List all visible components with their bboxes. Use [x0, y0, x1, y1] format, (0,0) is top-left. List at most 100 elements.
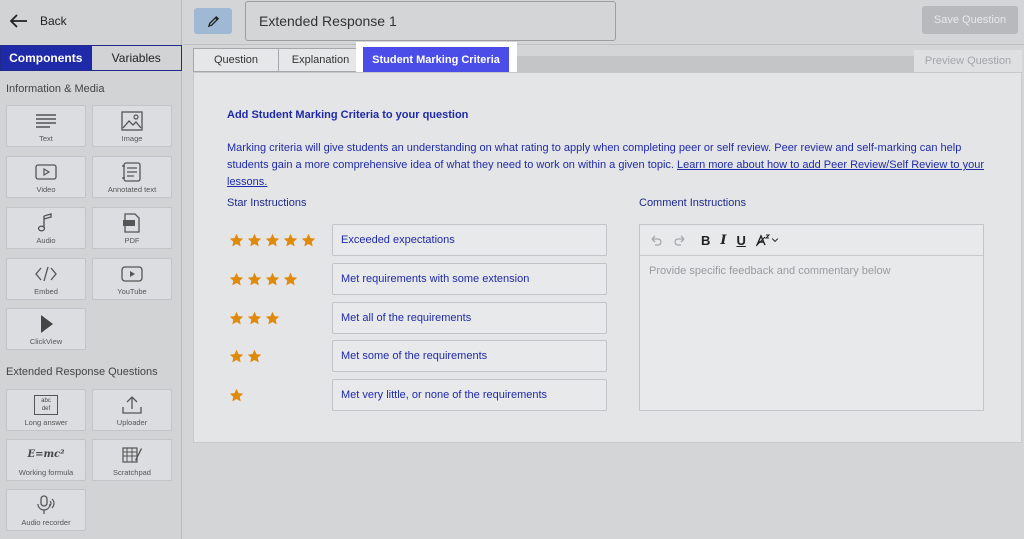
- underline-button[interactable]: U: [736, 233, 745, 248]
- bold-button[interactable]: B: [701, 233, 710, 248]
- component-youtube[interactable]: YouTube: [92, 258, 172, 300]
- star-icon: [301, 233, 316, 247]
- criteria-text-field[interactable]: Met all of the requirements: [332, 301, 607, 334]
- text-format-dropdown[interactable]: [755, 233, 780, 247]
- component-label: Audio recorder: [21, 518, 71, 527]
- code-brackets-icon: [35, 266, 57, 282]
- section-title-information-media: Information & Media: [6, 83, 105, 95]
- image-icon: [121, 111, 143, 131]
- component-clickview[interactable]: ClickView: [6, 308, 86, 350]
- star-rating-1: [229, 388, 244, 403]
- star-rating-5: [229, 233, 316, 248]
- redo-icon: [674, 235, 685, 246]
- component-annotated-text[interactable]: Annotated text: [92, 156, 172, 198]
- criteria-text-field[interactable]: Met requirements with some extension: [332, 262, 607, 295]
- star-icon: [265, 233, 280, 247]
- long-answer-glyph-bottom: def: [41, 406, 51, 412]
- header-divider: [183, 44, 1024, 45]
- annotated-text-icon: [122, 162, 141, 182]
- component-scratchpad[interactable]: Scratchpad: [92, 439, 172, 481]
- sidebar: Back Components Variables Information & …: [0, 0, 182, 539]
- component-video[interactable]: Video: [6, 156, 86, 198]
- star-icon: [247, 233, 262, 247]
- star-icon: [247, 350, 262, 363]
- component-label: Image: [121, 134, 143, 143]
- chevron-down-icon: [771, 238, 779, 243]
- criteria-text-field[interactable]: Met very little, or none of the requirem…: [332, 379, 607, 412]
- comment-text-area[interactable]: Provide specific feedback and commentary…: [640, 256, 983, 286]
- redo-button[interactable]: [673, 233, 687, 247]
- text-lines-icon: [36, 114, 56, 128]
- star-icon: [229, 233, 244, 247]
- component-label: Working formula: [18, 468, 74, 477]
- tab-variables[interactable]: Variables: [90, 46, 181, 70]
- component-label: Audio: [36, 236, 56, 245]
- star-icon: [247, 311, 262, 324]
- component-label: ClickView: [29, 337, 63, 346]
- component-long-answer[interactable]: abc def Long answer: [6, 389, 86, 431]
- component-label: Annotated text: [107, 185, 157, 194]
- component-label: Uploader: [116, 418, 148, 427]
- upload-icon: [122, 396, 142, 414]
- component-label: Text: [39, 134, 53, 143]
- star-icon: [229, 311, 244, 324]
- star-icon: [283, 233, 298, 247]
- question-title-input[interactable]: [245, 1, 616, 41]
- comment-instructions-label: Comment Instructions: [639, 197, 746, 209]
- star-icon: [283, 272, 298, 286]
- video-icon: [35, 164, 57, 180]
- edit-title-button[interactable]: [194, 8, 232, 34]
- star-icon: [247, 272, 262, 286]
- section-title-extended-response: Extended Response Questions: [6, 366, 158, 378]
- criteria-heading: Add Student Marking Criteria to your que…: [227, 109, 469, 121]
- star-icon: [229, 388, 244, 402]
- star-icon: [229, 350, 244, 363]
- editor-toolbar: B I U: [640, 225, 983, 256]
- star-icon: [265, 311, 280, 324]
- star-icon: [229, 272, 244, 286]
- component-label: Embed: [34, 287, 58, 296]
- component-audio[interactable]: Audio: [6, 207, 86, 249]
- criteria-text-field[interactable]: Exceeded expectations: [332, 224, 607, 256]
- star-rating-4: [229, 272, 298, 287]
- star-icon: [265, 272, 280, 286]
- pdf-file-icon: [123, 213, 140, 233]
- undo-icon: [651, 235, 662, 246]
- long-answer-icon: abc def: [34, 395, 58, 415]
- scratchpad-icon: [122, 447, 142, 463]
- component-label: Long answer: [24, 418, 68, 427]
- tab-question[interactable]: Question: [193, 48, 279, 72]
- star-rating-3: [229, 311, 280, 326]
- component-label: PDF: [124, 236, 140, 245]
- undo-button[interactable]: [649, 233, 663, 247]
- component-image[interactable]: Image: [92, 105, 172, 147]
- component-label: Scratchpad: [113, 468, 151, 477]
- preview-question-button[interactable]: Preview Question: [914, 50, 1022, 72]
- component-label: YouTube: [117, 287, 147, 296]
- criteria-text-field[interactable]: Met some of the requirements: [332, 340, 607, 373]
- tab-components[interactable]: Components: [1, 46, 91, 70]
- italic-button[interactable]: I: [720, 233, 726, 248]
- comment-editor: B I U Provide specific feedback and comm…: [639, 224, 984, 411]
- tab-student-marking-criteria[interactable]: Student Marking Criteria: [363, 47, 509, 73]
- component-pdf[interactable]: PDF: [92, 207, 172, 249]
- component-embed[interactable]: Embed: [6, 258, 86, 300]
- star-rating-2: [229, 349, 262, 364]
- component-label: Video: [36, 185, 56, 194]
- sidebar-tabs: Components Variables: [0, 45, 182, 71]
- tab-explanation[interactable]: Explanation: [278, 48, 363, 72]
- microphone-icon: [37, 495, 55, 514]
- star-instructions-label: Star Instructions: [227, 197, 307, 209]
- back-button[interactable]: Back: [10, 10, 67, 32]
- component-audio-recorder[interactable]: Audio recorder: [6, 489, 86, 531]
- component-text[interactable]: Text: [6, 105, 86, 147]
- arrow-left-icon: [10, 14, 27, 28]
- component-uploader[interactable]: Uploader: [92, 389, 172, 431]
- formula-icon: E=mc²: [27, 449, 65, 460]
- pencil-icon: [207, 15, 219, 27]
- long-answer-glyph-top: abc: [41, 398, 51, 404]
- youtube-play-icon: [121, 266, 143, 282]
- component-working-formula[interactable]: E=mc² Working formula: [6, 439, 86, 481]
- back-label: Back: [40, 14, 67, 28]
- save-question-button[interactable]: Save Question: [922, 6, 1018, 34]
